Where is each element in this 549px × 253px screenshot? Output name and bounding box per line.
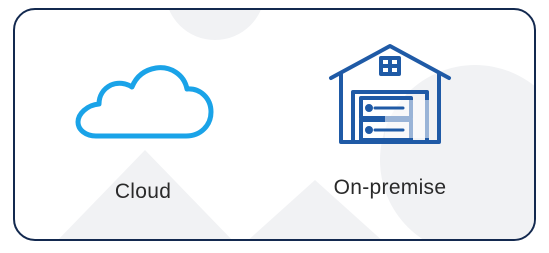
option-on-premise[interactable]: On-premise [305, 40, 475, 200]
options-frame: Cloud On-premise [13, 8, 536, 241]
option-cloud[interactable]: Cloud [63, 62, 223, 204]
option-on-premise-label: On-premise [333, 176, 447, 199]
cloud-icon [75, 65, 214, 139]
diagram-canvas: Cloud On-premise [0, 0, 549, 253]
option-cloud-label: Cloud [114, 180, 172, 203]
warehouse-icon [329, 44, 451, 144]
